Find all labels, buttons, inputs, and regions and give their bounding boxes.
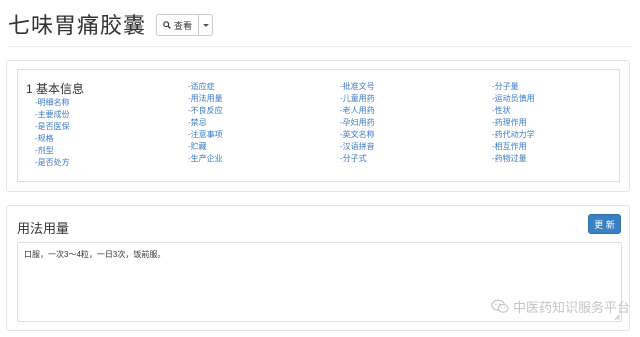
toc-link[interactable]: -分子量 xyxy=(492,81,535,93)
toc-column-4: -分子量 -运动员慎用 -性状 -药理作用 -药代动力学 -相互作用 -药物过量 xyxy=(492,81,535,165)
toc-link[interactable]: -相互作用 xyxy=(492,141,535,153)
toc-link[interactable]: -英文名称 xyxy=(340,129,375,141)
watermark: 中医药知识服务平台 xyxy=(491,297,630,316)
toc-link[interactable]: -运动员慎用 xyxy=(492,93,535,105)
toc-link[interactable]: -剂型 xyxy=(35,145,70,157)
caret-down-icon xyxy=(202,23,209,27)
search-icon xyxy=(163,21,171,29)
usage-content-text: 口服，一次3～4粒，一日3次，饭前服。 xyxy=(24,250,166,259)
toc-link[interactable]: -药代动力学 xyxy=(492,129,535,141)
basic-info-panel: 1 基本信息 -明细名称 -主要成份 -是否医保 -规格 -剂型 -是否处方 -… xyxy=(6,60,630,192)
toc-column-1: -明细名称 -主要成份 -是否医保 -规格 -剂型 -是否处方 xyxy=(35,97,70,169)
toc-link[interactable]: -适应症 xyxy=(188,81,223,93)
toc-link[interactable]: -是否医保 xyxy=(35,121,70,133)
toc-link[interactable]: -是否处方 xyxy=(35,157,70,169)
toc-column-2: -适应症 -用法用量 -不良反应 -禁忌 -注意事项 -贮藏 -生产企业 xyxy=(188,81,223,165)
view-dropdown-toggle[interactable] xyxy=(199,14,214,36)
view-button-label: 查看 xyxy=(174,20,193,31)
header-divider xyxy=(8,46,632,47)
view-button[interactable]: 查看 xyxy=(156,14,200,36)
toc-link[interactable]: -主要成份 xyxy=(35,109,70,121)
toc-link[interactable]: -汉语拼音 xyxy=(340,141,375,153)
toc-link[interactable]: -生产企业 xyxy=(188,153,223,165)
toc-link[interactable]: -药理作用 xyxy=(492,117,535,129)
table-of-contents: 1 基本信息 -明细名称 -主要成份 -是否医保 -规格 -剂型 -是否处方 -… xyxy=(17,69,620,182)
watermark-text: 中医药知识服务平台 xyxy=(512,300,630,315)
toc-column-3: -批准文号 -儿童用药 -老人用药 -孕妇用药 -英文名称 -汉语拼音 -分子式 xyxy=(340,81,375,165)
page-title: 七味胃痛胶囊 xyxy=(8,13,147,38)
toc-link[interactable]: -禁忌 xyxy=(188,117,223,129)
toc-link[interactable]: -注意事项 xyxy=(188,129,223,141)
toc-link[interactable]: -儿童用药 xyxy=(340,93,375,105)
toc-link[interactable]: -不良反应 xyxy=(188,105,223,117)
toc-link[interactable]: -批准文号 xyxy=(340,81,375,93)
toc-link[interactable]: -性状 xyxy=(492,105,535,117)
toc-link[interactable]: -规格 xyxy=(35,133,70,145)
toc-link[interactable]: -分子式 xyxy=(340,153,375,165)
update-button[interactable]: 更 新 xyxy=(588,214,621,234)
toc-link[interactable]: -孕妇用药 xyxy=(340,117,375,129)
toc-link[interactable]: -老人用药 xyxy=(340,105,375,117)
toc-link[interactable]: -明细名称 xyxy=(35,97,70,109)
toc-link[interactable]: -药物过量 xyxy=(492,153,535,165)
view-button-group: 查看 xyxy=(156,14,214,36)
toc-heading: 1 基本信息 xyxy=(26,82,85,96)
toc-link[interactable]: -用法用量 xyxy=(188,93,223,105)
page-header: 七味胃痛胶囊 查看 xyxy=(8,8,214,40)
toc-link[interactable]: -贮藏 xyxy=(188,141,223,153)
section-title: 用法用量 xyxy=(17,221,70,236)
wechat-icon xyxy=(491,299,509,313)
